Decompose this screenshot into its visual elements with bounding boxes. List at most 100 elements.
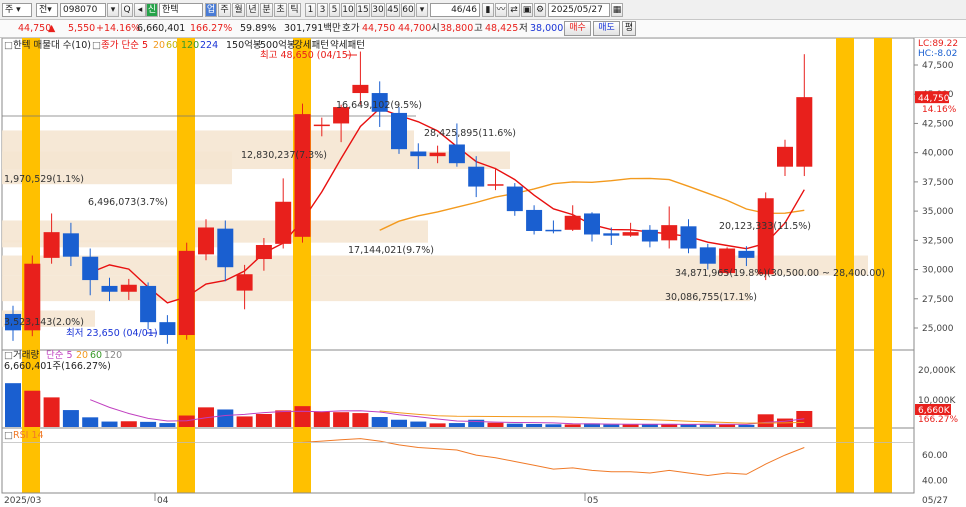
market-select[interactable]: 주 ▾ (2, 3, 32, 17)
line-chart-icon[interactable]: 〰 (495, 3, 507, 17)
interval-1[interactable]: 1 (305, 3, 316, 17)
bid-price: 44,700 (398, 23, 432, 34)
signal-highlight-column (836, 38, 854, 493)
open-label: 시 (431, 23, 440, 34)
volume-bar (159, 423, 176, 427)
volume-bar (448, 423, 465, 427)
price-axis-label: 47,500 (922, 61, 954, 71)
volume-bar (468, 419, 485, 427)
volume-bar (120, 421, 137, 427)
candle-body (429, 152, 446, 157)
low-label: 저 (519, 23, 528, 34)
interval-dropdown-button[interactable]: ▾ (416, 3, 428, 17)
save-icon[interactable]: ▣ (521, 3, 533, 17)
interval-30[interactable]: 30 (371, 3, 385, 17)
price-axis-label: 25,000 (922, 324, 954, 334)
settings-gear-icon[interactable]: ⚙ (534, 3, 546, 17)
sector-badge[interactable]: 업 (205, 3, 217, 17)
price-panel (1, 38, 915, 351)
volume-profile-label: 34,871,965(19.8%)(30,500.00 ~ 28,400.00) (675, 268, 885, 279)
volume: 6,660,401 (137, 23, 186, 34)
rsi-panel (1, 427, 915, 494)
volume-profile-label: 20,123,333(11.5%) (719, 221, 811, 232)
candle-body (410, 151, 427, 157)
candle-body (777, 146, 793, 167)
legend-ma-period: 224 (200, 40, 218, 51)
candle-body (564, 215, 581, 230)
prev-stock-icon[interactable]: ◂ (134, 3, 146, 17)
volume-ma-label: 단순 5 (46, 350, 73, 361)
calendar-icon[interactable]: ▦ (611, 3, 623, 17)
price-axis-label: 27,500 (922, 295, 954, 305)
candle-body (603, 233, 620, 236)
volume-bar (101, 421, 118, 427)
trading-amount: 301,791백만 (284, 23, 341, 34)
volume-bar (236, 416, 253, 427)
volume-profile-label: 16,649,102(9.5%) (336, 100, 422, 111)
price-axis-label: 30,000 (922, 266, 954, 276)
legend-box-icon: □ (4, 430, 13, 441)
volume-profile-label: 6,496,073(3.7%) (88, 197, 168, 208)
volume-bar (410, 421, 427, 427)
candle-body (313, 124, 330, 127)
period-day[interactable]: 주 (218, 3, 231, 17)
stock-chart[interactable]: 47,50045,00042,50040,00037,50035,00032,5… (0, 38, 966, 507)
code-scope-select[interactable]: 전▾ (36, 3, 58, 17)
volume-bar (313, 411, 330, 427)
volume-profile-label: 30,086,755(17.1%) (665, 292, 757, 303)
price-axis-label: 40,000 (922, 149, 954, 159)
date-input[interactable]: 2025/05/27 (548, 3, 610, 17)
x-axis-label: 05 (587, 496, 598, 506)
volume-profile-label: 17,144,021(9.7%) (348, 245, 434, 256)
rsi-axis-label: 40.00 (922, 477, 948, 487)
candle-body (352, 84, 369, 94)
candle-body (661, 225, 678, 241)
volume-bar (564, 424, 581, 427)
hc-label: HC:-8.02 (918, 49, 957, 59)
max-price-annotation: 최고 48,650 (04/15) (260, 50, 352, 61)
legend-ma-period: 120 (181, 40, 199, 51)
period-second[interactable]: 초 (274, 3, 287, 17)
volume-bar (255, 414, 272, 427)
legend-box-icon: □ (4, 350, 13, 361)
volume-bar (506, 423, 523, 427)
buy-button[interactable]: 매수 (564, 21, 591, 36)
period-month[interactable]: 년 (246, 3, 259, 17)
chart-type-icon[interactable]: ▮ (482, 3, 494, 17)
evaluate-button[interactable]: 평 (622, 21, 636, 36)
candle-body (680, 226, 697, 249)
period-minute[interactable]: 분 (260, 3, 273, 17)
volume-bar (333, 412, 350, 427)
candle-body (584, 213, 600, 235)
sell-button[interactable]: 매도 (593, 21, 620, 36)
period-tick[interactable]: 틱 (288, 3, 301, 17)
interval-15[interactable]: 15 (356, 3, 370, 17)
code-dropdown-button[interactable]: ▾ (107, 3, 119, 17)
stock-name-field[interactable]: 한텍 (159, 3, 203, 17)
stock-code-input[interactable]: 098070 (60, 3, 106, 17)
candle-body (62, 233, 79, 257)
candle-body (43, 232, 60, 258)
volume-value: 6,660,401주(166.27%) (4, 361, 111, 372)
candle-body (448, 144, 465, 164)
interval-60[interactable]: 60 (401, 3, 415, 17)
volume-bar (352, 413, 369, 427)
interval-45[interactable]: 45 (386, 3, 400, 17)
legend-ma-period: 60 (166, 40, 178, 51)
interval-10[interactable]: 10 (341, 3, 355, 17)
volume-axis-label: 20,000K (918, 366, 956, 376)
compare-icon[interactable]: ⇄ (508, 3, 520, 17)
candle-body (275, 201, 292, 244)
period-week[interactable]: 월 (232, 3, 245, 17)
interval-3[interactable]: 3 (317, 3, 328, 17)
interval-5[interactable]: 5 (329, 3, 340, 17)
candle-body (526, 209, 543, 231)
volume-bar (738, 424, 755, 427)
page-counter[interactable]: 46/46 (430, 3, 480, 17)
volume-bar (371, 417, 388, 427)
candle-body (120, 284, 137, 292)
search-icon[interactable]: Q (121, 3, 133, 17)
volume-profile-label: 3,523,143(2.0%) (4, 317, 84, 328)
legend-ma-period: 20 (153, 40, 165, 51)
open-price: 38,800 (440, 23, 474, 34)
